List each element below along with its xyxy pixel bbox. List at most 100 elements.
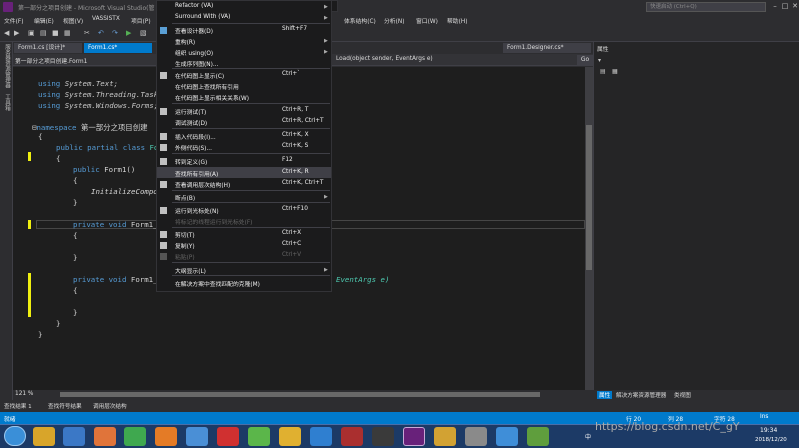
menu-find-all-references[interactable]: 查找所有引用(A): [175, 169, 218, 178]
new-item-icon[interactable]: ▣: [28, 29, 35, 37]
submenu-arrow-icon: ▶: [324, 4, 328, 10]
menu-find-matching-clones[interactable]: 在解决方案中查找匹配的克隆(M): [175, 279, 260, 288]
menu-separator: [172, 227, 330, 228]
shortcut-label: Ctrl+R, T: [282, 107, 309, 113]
status-insert-mode: Ins: [760, 414, 769, 420]
menu-project[interactable]: 项目(P): [131, 16, 151, 25]
tab-properties[interactable]: 属性: [597, 391, 613, 399]
help-taskbar-icon[interactable]: [496, 427, 518, 446]
menu-show-related-on-code-map[interactable]: 在代码图上显示相关关系(W): [175, 93, 249, 102]
taskbar-app-icon[interactable]: [124, 427, 146, 446]
type-dropdown[interactable]: 第一部分之项目创建.Form1: [15, 56, 87, 65]
code-line: }: [73, 308, 78, 317]
quick-launch-input[interactable]: 快速启动 (Ctrl+Q): [646, 2, 766, 12]
maximize-button[interactable]: □: [780, 1, 790, 12]
menu-debug-tests[interactable]: 调试测试(D): [175, 118, 207, 127]
menu-cut[interactable]: 剪切(T): [175, 230, 195, 239]
horizontal-scroll-thumb[interactable]: [60, 392, 540, 397]
change-marker: [28, 273, 31, 317]
menu-architecture[interactable]: 体系结构(C): [344, 16, 376, 25]
tab-find-results[interactable]: 查找结果 1: [4, 402, 32, 410]
copy-icon: [160, 242, 167, 249]
member-dropdown[interactable]: Load(object sender, EventArgs e): [336, 56, 433, 62]
taskbar-app-icon[interactable]: [63, 427, 85, 446]
visual-studio-taskbar-icon[interactable]: [403, 427, 425, 446]
toolbox-tab[interactable]: 工具箱: [3, 94, 11, 111]
menu-refactor[interactable]: 重构(R): [175, 37, 195, 46]
taskbar-app-icon[interactable]: [186, 427, 208, 446]
menu-vassistx[interactable]: VASSISTX: [92, 16, 120, 22]
clock-date[interactable]: 2018/12/20: [755, 437, 787, 443]
taskbar-app-icon[interactable]: [155, 427, 177, 446]
zoom-level[interactable]: 121 %: [15, 391, 33, 397]
menu-file[interactable]: 文件(F): [4, 16, 23, 25]
menu-find-refs-on-code-map[interactable]: 在代码图上查找所有引用: [175, 82, 239, 91]
cut-icon[interactable]: ✂: [84, 29, 90, 37]
taskbar-app-icon[interactable]: [94, 427, 116, 446]
go-button[interactable]: Go: [577, 55, 593, 65]
tab-form1-cs[interactable]: Form1.cs*: [84, 43, 152, 53]
tab-call-hierarchy[interactable]: 调用层次结构: [93, 402, 127, 410]
menu-copy[interactable]: 复制(Y): [175, 241, 195, 250]
menu-breakpoint[interactable]: 断点(B): [175, 193, 195, 202]
code-line: {: [38, 132, 43, 141]
menu-window[interactable]: 窗口(W): [416, 16, 438, 25]
redo-icon[interactable]: ↷: [112, 29, 118, 37]
back-icon[interactable]: ◀: [4, 29, 9, 37]
start-debug-icon[interactable]: ▶: [126, 29, 131, 37]
taskbar-app-icon[interactable]: [279, 427, 301, 446]
undo-icon[interactable]: ↶: [98, 29, 104, 37]
menu-view-call-hierarchy[interactable]: 查看调用层次结构(H): [175, 180, 230, 189]
menu-goto-definition[interactable]: 转到定义(G): [175, 157, 207, 166]
menu-outlining[interactable]: 大纲显示(L): [175, 266, 206, 275]
menu-refactor-va[interactable]: Refactor (VA): [175, 3, 213, 9]
save-icon[interactable]: ■: [52, 29, 59, 37]
alphabetical-icon[interactable]: ▦: [612, 68, 618, 75]
tab-form1-designer-cs[interactable]: Form1.Designer.cs*: [503, 43, 591, 53]
taskbar-app-icon[interactable]: [372, 427, 394, 446]
server-explorer-tab[interactable]: 服务器资源管理器: [3, 44, 11, 88]
tab-solution-explorer[interactable]: 解决方案资源管理器: [616, 391, 666, 399]
forward-icon[interactable]: ▶: [14, 29, 19, 37]
menu-surround-with[interactable]: 外侧代码(S)...: [175, 143, 212, 152]
vertical-scroll-thumb[interactable]: [586, 125, 592, 270]
menu-run-tests[interactable]: 运行测试(T): [175, 107, 206, 116]
taskbar-app-icon[interactable]: [310, 427, 332, 446]
menu-analyze[interactable]: 分析(N): [384, 16, 404, 25]
tab-find-symbol[interactable]: 查找符号结果: [48, 402, 82, 410]
categorized-icon[interactable]: ▤: [600, 68, 606, 75]
taskbar-app-icon[interactable]: [465, 427, 487, 446]
windows-start-icon[interactable]: [4, 426, 26, 446]
menu-view[interactable]: 视图(V): [63, 16, 83, 25]
menu-view-designer[interactable]: 查看设计器(D): [175, 26, 213, 35]
menu-separator: [172, 275, 330, 276]
menu-generate-sequence[interactable]: 生成序列图(N)...: [175, 59, 218, 68]
ime-indicator[interactable]: 中: [585, 432, 591, 441]
menu-edit[interactable]: 编辑(E): [34, 16, 54, 25]
tab-form1-designer[interactable]: Form1.cs [设计]*: [14, 43, 82, 53]
menu-insert-snippet[interactable]: 插入代码段(I)...: [175, 132, 216, 141]
clock-time[interactable]: 19:34: [760, 427, 777, 434]
menu-help[interactable]: 帮助(H): [447, 16, 467, 25]
menu-organize-usings[interactable]: 组织 using(O): [175, 48, 213, 57]
menu-surround-with-va[interactable]: Surround With (VA): [175, 14, 230, 20]
taskbar-app-icon[interactable]: [527, 427, 549, 446]
menu-separator: [172, 103, 330, 104]
surround-with-icon: [160, 144, 167, 151]
code-line: }: [38, 330, 43, 339]
menu-run-flagged-threads: 将标记的线程运行到光标处(F): [175, 220, 253, 226]
properties-dropdown[interactable]: ▾: [598, 57, 601, 64]
menu-run-to-cursor[interactable]: 运行到光标处(N): [175, 206, 219, 215]
taskbar-app-icon[interactable]: [341, 427, 363, 446]
attach-icon[interactable]: ▧: [140, 29, 147, 37]
taskbar-app-icon[interactable]: [217, 427, 239, 446]
minimize-button[interactable]: –: [770, 1, 780, 12]
taskbar-app-icon[interactable]: [33, 427, 55, 446]
open-icon[interactable]: ▤: [40, 29, 47, 37]
tab-class-view[interactable]: 类视图: [674, 391, 691, 399]
close-button[interactable]: ✕: [790, 1, 799, 12]
taskbar-app-icon[interactable]: [248, 427, 270, 446]
menu-show-on-code-map[interactable]: 在代码图上显示(C): [175, 71, 224, 80]
taskbar-app-icon[interactable]: [434, 427, 456, 446]
save-all-icon[interactable]: ▦: [64, 29, 71, 37]
